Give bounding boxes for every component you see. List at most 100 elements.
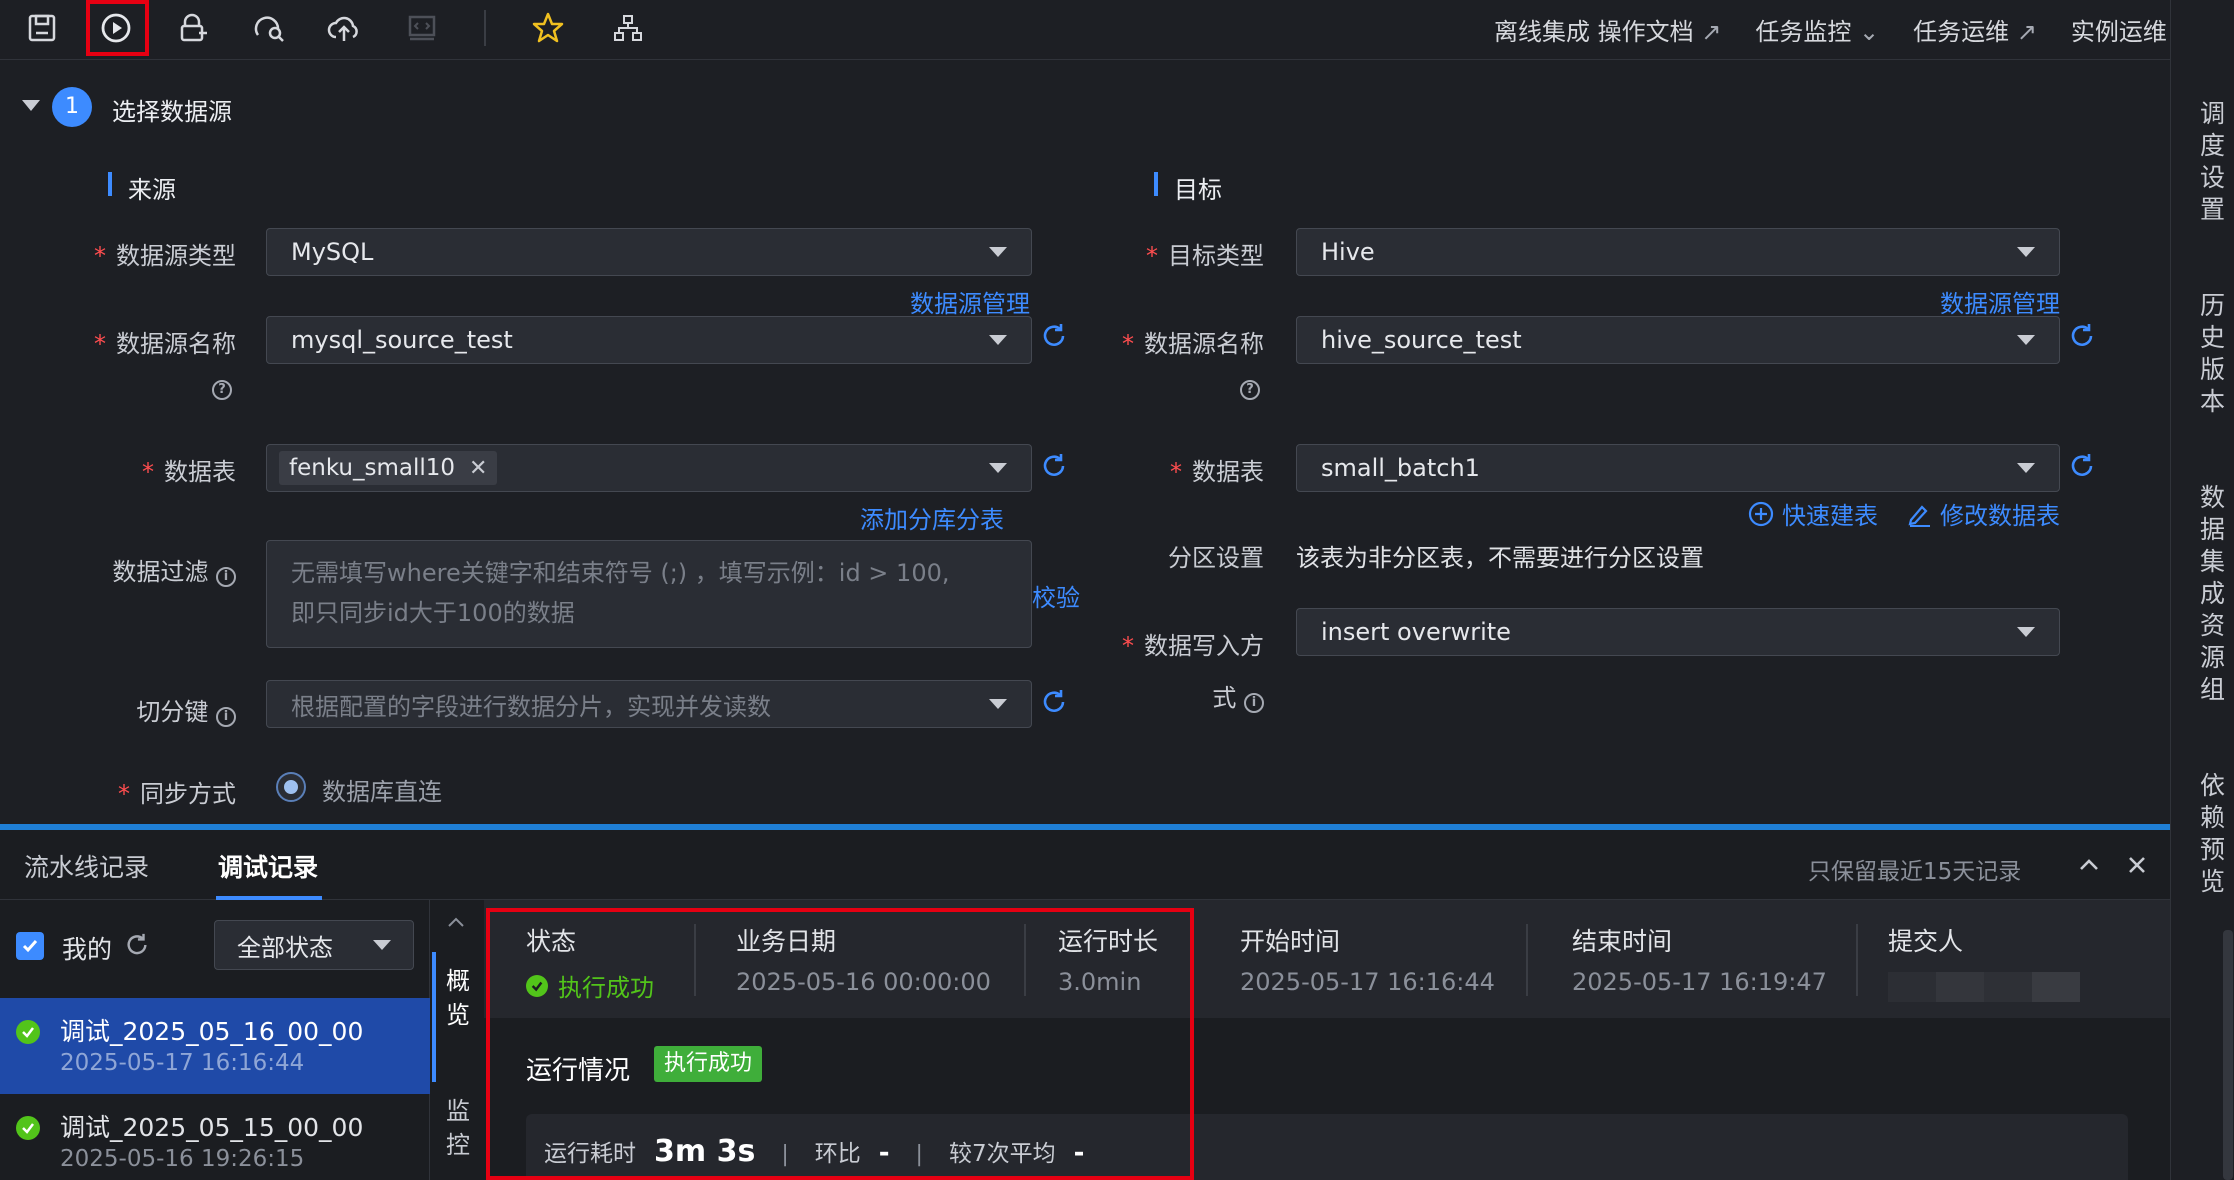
tree-icon[interactable] — [608, 8, 648, 48]
mine-label: 我的 — [62, 935, 113, 964]
col-submitter: 提交人 — [1888, 922, 2080, 1002]
partition-label: 分区设置 — [1168, 544, 1264, 572]
record-item-selected[interactable]: 调试_2025_05_16_00_00 2025-05-17 16:16:44 — [0, 998, 430, 1094]
target-heading-bar — [1154, 172, 1158, 196]
verify-link[interactable]: 校验 — [1032, 578, 1080, 613]
source-name-help-icon[interactable]: ? — [212, 378, 232, 400]
toolbar: 离线集成 操作文档 ↗ 任务监控 ⌄ 任务运维 ↗ 实例运维 ↗ — [0, 0, 2195, 60]
filter-placeholder-line2: 即只同步id大于100的数据 — [291, 599, 575, 627]
chevron-up-icon[interactable] — [446, 914, 466, 933]
lock-icon[interactable] — [172, 8, 212, 48]
source-filter-textarea[interactable]: 无需填写where关键字和结束符号 (;) ，填写示例：id > 100, 即只… — [266, 540, 1032, 648]
top-links: 离线集成 操作文档 ↗ 任务监控 ⌄ 任务运维 ↗ 实例运维 ↗ — [1494, 12, 2195, 47]
submitter-redacted — [1888, 972, 2080, 1002]
status-filter-select[interactable]: 全部状态 — [214, 920, 414, 970]
sync-mode-label: * 同步方式 — [118, 780, 236, 808]
table-tag: fenku_small10 ✕ — [279, 451, 498, 485]
panel-tabs: 流水线记录 调试记录 只保留最近15天记录 — [0, 830, 2170, 900]
source-filter-label: 数据过滤 i — [40, 552, 236, 587]
target-heading: 目标 — [1174, 176, 1222, 204]
refresh-icon[interactable] — [2068, 322, 2096, 354]
target-type-select[interactable]: Hive — [1296, 228, 2060, 276]
col-end-time: 结束时间 2025-05-17 16:19:47 — [1572, 927, 1827, 996]
split-key-select[interactable]: 根据配置的字段进行数据分片，实现并发读数 — [266, 680, 1032, 728]
info-icon[interactable]: i — [216, 566, 236, 587]
col-divider — [1856, 924, 1858, 996]
save-icon[interactable] — [22, 8, 62, 48]
target-name-label: * 数据源名称 — [1122, 330, 1264, 358]
toolbar-divider — [484, 10, 486, 46]
quick-create-link[interactable]: 快速建表 — [1748, 496, 1878, 531]
rail-dependency-preview[interactable]: 依赖预览 — [2200, 770, 2225, 898]
tab-pipeline-records[interactable]: 流水线记录 — [24, 848, 149, 884]
edit-icon — [1908, 504, 1930, 527]
add-shard-link[interactable]: 添加分库分表 — [860, 500, 1004, 535]
source-table-label: * 数据表 — [142, 458, 236, 486]
rail-resource-group[interactable]: 数据集成资源组 — [2200, 482, 2225, 706]
close-icon[interactable] — [2124, 852, 2150, 882]
search-icon[interactable] — [250, 8, 290, 48]
section-collapse-icon[interactable] — [22, 100, 40, 111]
col-divider — [1526, 924, 1528, 996]
top-link-ops[interactable]: 任务运维 ↗ — [1913, 12, 2037, 47]
refresh-icon[interactable] — [1040, 688, 1068, 720]
tab-debug-records[interactable]: 调试记录 — [218, 848, 318, 884]
refresh-icon[interactable] — [1040, 452, 1068, 484]
info-icon[interactable]: i — [1244, 693, 1264, 713]
sync-option-label: 数据库直连 — [322, 778, 442, 806]
record-item[interactable]: 调试_2025_05_15_00_00 2025-05-16 19:26:15 — [0, 1094, 430, 1180]
top-link-monitor[interactable]: 任务监控 ⌄ — [1755, 12, 1879, 47]
write-mode-select[interactable]: insert overwrite — [1296, 608, 2060, 656]
source-type-select[interactable]: MySQL — [266, 228, 1032, 276]
success-check-icon — [16, 1116, 40, 1140]
rail-schedule-settings[interactable]: 调度设置 — [2200, 98, 2225, 226]
section-title: 选择数据源 — [112, 98, 232, 126]
chevron-down-icon — [2017, 627, 2035, 637]
col-start-time: 开始时间 2025-05-17 16:16:44 — [1240, 927, 1495, 996]
mine-checkbox[interactable] — [16, 932, 44, 960]
source-heading: 来源 — [128, 176, 176, 204]
cloud-upload-icon[interactable] — [324, 8, 364, 48]
success-check-icon — [16, 1020, 40, 1044]
target-manage-link[interactable]: 数据源管理 — [1940, 284, 2060, 319]
side-tab-overview[interactable]: 概览 — [446, 964, 470, 1032]
chevron-down-icon — [2017, 335, 2035, 345]
source-name-select[interactable]: mysql_source_test — [266, 316, 1032, 364]
split-key-label: 切分键 i — [40, 692, 236, 727]
target-name-select[interactable]: hive_source_test — [1296, 316, 2060, 364]
target-type-label: * 目标类型 — [1146, 242, 1264, 270]
target-table-select[interactable]: small_batch1 — [1296, 444, 2060, 492]
sync-radio[interactable] — [278, 774, 304, 800]
run-button-highlight — [86, 0, 149, 56]
top-link-doc[interactable]: 离线集成 操作文档 ↗ — [1494, 12, 1721, 47]
side-tab-active-bar — [432, 952, 436, 1082]
refresh-icon[interactable] — [1040, 322, 1068, 354]
refresh-icon[interactable] — [124, 932, 150, 962]
source-manage-link[interactable]: 数据源管理 — [910, 284, 1030, 319]
record-time: 2025-05-17 16:16:44 — [60, 1050, 305, 1076]
source-type-label: * 数据源类型 — [94, 242, 236, 270]
info-icon[interactable]: i — [216, 706, 236, 727]
refresh-icon[interactable] — [2068, 452, 2096, 484]
section-step-badge: 1 — [52, 87, 92, 127]
side-tab-monitor[interactable]: 监控 — [446, 1094, 470, 1162]
tag-close-icon[interactable]: ✕ — [469, 456, 487, 481]
record-name: 调试_2025_05_16_00_00 — [60, 1017, 364, 1046]
chevron-down-icon — [989, 335, 1007, 345]
chevron-down-icon — [989, 463, 1007, 473]
chevron-down-icon — [2017, 463, 2035, 473]
filter-placeholder-line1: 无需填写where关键字和结束符号 (;) ，填写示例：id > 100, — [291, 559, 950, 587]
record-name: 调试_2025_05_15_00_00 — [60, 1113, 364, 1142]
bottom-panel: 流水线记录 调试记录 只保留最近15天记录 我的 全部状态 调试_2025_05… — [0, 824, 2170, 1180]
chevron-down-icon — [989, 699, 1007, 709]
source-table-select[interactable]: fenku_small10 ✕ — [266, 444, 1032, 492]
modify-table-link[interactable]: 修改数据表 — [1906, 496, 2060, 531]
star-icon[interactable] — [528, 8, 568, 48]
collapse-up-icon[interactable] — [2076, 852, 2102, 882]
rail-scrollbar[interactable] — [2223, 930, 2233, 1180]
rail-history-versions[interactable]: 历史版本 — [2200, 290, 2225, 418]
records-sidebar: 我的 全部状态 调试_2025_05_16_00_00 2025-05-17 1… — [0, 900, 430, 1180]
code-icon[interactable] — [402, 8, 442, 48]
target-name-help-icon[interactable]: ? — [1240, 378, 1260, 400]
plus-circle-icon — [1748, 501, 1774, 526]
